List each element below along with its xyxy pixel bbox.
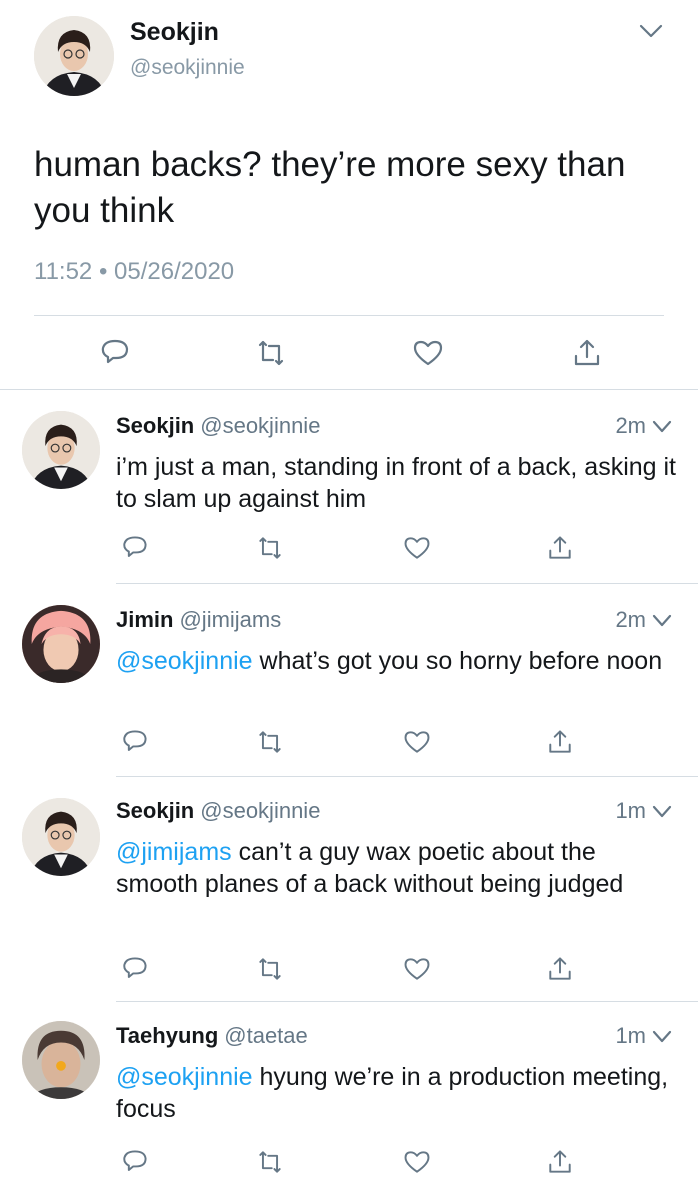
main-tweet: Seokjin @seokjinnie human backs? they’re… [0, 0, 698, 390]
chevron-down-icon[interactable] [638, 22, 664, 40]
reply-button[interactable] [120, 533, 150, 563]
retweet-button[interactable] [255, 533, 285, 563]
like-button[interactable] [402, 727, 432, 757]
retweet-button[interactable] [255, 727, 285, 757]
mention-link[interactable]: @seokjinnie [116, 1063, 253, 1091]
like-button[interactable] [402, 533, 432, 563]
like-icon [404, 537, 430, 559]
chevron-down-icon[interactable] [651, 419, 673, 435]
author-handle[interactable]: @seokjinnie [200, 413, 320, 438]
share-button[interactable] [545, 727, 575, 757]
retweet-button[interactable] [255, 1147, 285, 1177]
author-handle[interactable]: @taetae [224, 1023, 308, 1048]
reply-tweet[interactable]: Jimin @jimijams 2m @seokjinnie what’s got… [0, 583, 698, 776]
reply-button[interactable] [98, 336, 132, 370]
reply-header: Jimin @jimijams [116, 607, 281, 633]
reply-icon [123, 1150, 147, 1171]
share-icon [549, 536, 571, 559]
like-button[interactable] [402, 954, 432, 984]
reply-text: @seokjinnie hyung we’re in a production … [116, 1063, 669, 1123]
avatar[interactable] [22, 798, 100, 876]
share-icon [549, 730, 571, 753]
like-icon [404, 958, 430, 980]
retweet-button[interactable] [255, 954, 285, 984]
like-button[interactable] [402, 1147, 432, 1177]
reply-button[interactable] [120, 954, 150, 984]
like-icon [413, 340, 443, 366]
reply-text: @jimijams can’t a guy wax poetic about t… [116, 838, 624, 898]
reply-time[interactable]: 2m [615, 607, 646, 633]
like-icon [404, 1151, 430, 1173]
reply-tweet[interactable]: Seokjin @seokjinnie 1m @jimijams can’t a … [0, 776, 698, 1001]
author-handle[interactable]: @jimijams [179, 607, 281, 632]
retweet-icon [259, 731, 281, 753]
reply-icon [123, 536, 147, 557]
reply-time[interactable]: 1m [615, 798, 646, 824]
share-icon [549, 957, 571, 980]
share-icon [549, 1150, 571, 1173]
retweet-button[interactable] [254, 336, 288, 370]
share-button[interactable] [545, 533, 575, 563]
like-button[interactable] [411, 336, 445, 370]
reply-header: Seokjin @seokjinnie [116, 798, 320, 824]
avatar[interactable] [22, 411, 100, 489]
reply-button[interactable] [120, 727, 150, 757]
chevron-down-icon[interactable] [651, 804, 673, 820]
author-name[interactable]: Jimin [116, 607, 173, 632]
chevron-down-icon[interactable] [651, 1029, 673, 1045]
share-button[interactable] [570, 336, 604, 370]
reply-time[interactable]: 1m [615, 1023, 646, 1049]
tweet-text: human backs? they’re more sexy than you … [34, 145, 626, 230]
share-button[interactable] [545, 1147, 575, 1177]
reply-icon [101, 339, 129, 364]
reply-header: Seokjin @seokjinnie [116, 413, 320, 439]
author-handle[interactable]: @seokjinnie [200, 798, 320, 823]
reply-icon [123, 957, 147, 978]
author-handle[interactable]: @seokjinnie [130, 56, 245, 80]
avatar[interactable] [22, 605, 100, 683]
retweet-icon [258, 340, 284, 366]
tweet-timestamp[interactable]: 11:52 • 05/26/2020 [34, 258, 234, 286]
reply-text: @seokjinnie what’s got you so horny befo… [116, 647, 663, 675]
share-button[interactable] [545, 954, 575, 984]
author-name[interactable]: Seokjin [130, 18, 219, 47]
author-name[interactable]: Seokjin [116, 798, 194, 823]
like-icon [404, 731, 430, 753]
reply-tweet[interactable]: Taehyung @taetae 1m @seokjinnie hyung we’… [0, 1001, 698, 1200]
avatar[interactable] [34, 16, 114, 96]
mention-link[interactable]: @seokjinnie [116, 647, 253, 675]
retweet-icon [259, 958, 281, 980]
divider [34, 315, 664, 316]
chevron-down-icon[interactable] [651, 613, 673, 629]
share-icon [574, 339, 600, 366]
retweet-icon [259, 1151, 281, 1173]
reply-text: i’m just a man, standing in front of a b… [116, 453, 676, 513]
avatar[interactable] [22, 1021, 100, 1099]
reply-header: Taehyung @taetae [116, 1023, 308, 1049]
reply-time[interactable]: 2m [615, 413, 646, 439]
reply-tweet[interactable]: Seokjin @seokjinnie 2m i’m just a man, st… [0, 389, 698, 583]
author-name[interactable]: Seokjin [116, 413, 194, 438]
author-name[interactable]: Taehyung [116, 1023, 218, 1048]
reply-icon [123, 730, 147, 751]
reply-button[interactable] [120, 1147, 150, 1177]
retweet-icon [259, 537, 281, 559]
mention-link[interactable]: @jimijams [116, 838, 232, 866]
